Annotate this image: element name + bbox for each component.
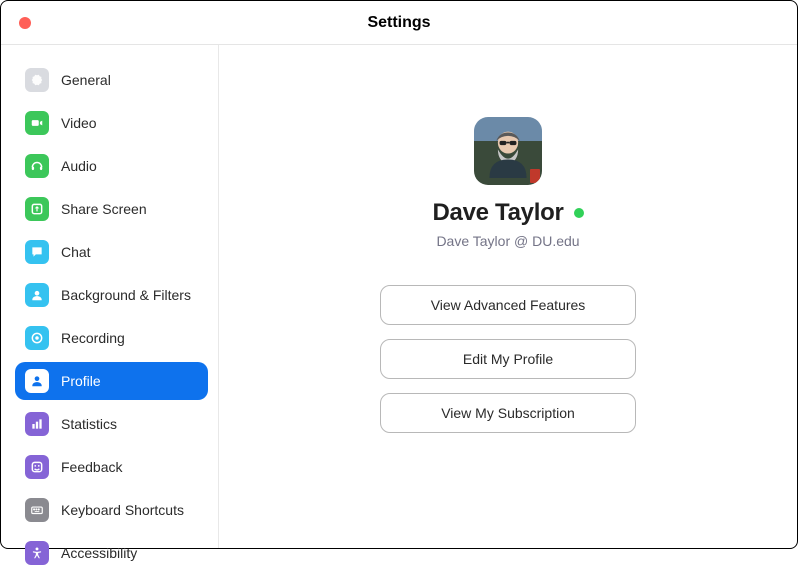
sidebar-item-label: Keyboard Shortcuts xyxy=(61,502,184,518)
chat-icon xyxy=(25,240,49,264)
sidebar-item-label: Audio xyxy=(61,158,97,174)
profile-email: Dave Taylor @ DU.edu xyxy=(436,233,579,249)
stats-icon xyxy=(25,412,49,436)
sidebar-item-label: Chat xyxy=(61,244,91,260)
sidebar-item-label: Statistics xyxy=(61,416,117,432)
share-icon xyxy=(25,197,49,221)
profile-display-name: Dave Taylor xyxy=(433,199,564,227)
view-advanced-features-button[interactable]: View Advanced Features xyxy=(380,285,636,325)
gear-icon xyxy=(25,68,49,92)
sidebar-item-label: Feedback xyxy=(61,459,122,475)
sidebar-item-background-filters[interactable]: Background & Filters xyxy=(15,276,208,314)
window-title: Settings xyxy=(1,14,797,32)
keyboard-icon xyxy=(25,498,49,522)
sidebar-item-chat[interactable]: Chat xyxy=(15,233,208,271)
feedback-icon xyxy=(25,455,49,479)
sidebar-item-label: Background & Filters xyxy=(61,287,191,303)
presence-status-icon xyxy=(574,208,584,218)
close-window-icon[interactable] xyxy=(19,17,31,29)
sidebar-item-keyboard-shortcuts[interactable]: Keyboard Shortcuts xyxy=(15,491,208,529)
view-my-subscription-button[interactable]: View My Subscription xyxy=(380,393,636,433)
sidebar-item-share-screen[interactable]: Share Screen xyxy=(15,190,208,228)
sidebar-item-label: Share Screen xyxy=(61,201,147,217)
sidebar-item-feedback[interactable]: Feedback xyxy=(15,448,208,486)
titlebar: Settings xyxy=(1,1,797,45)
edit-my-profile-button[interactable]: Edit My Profile xyxy=(380,339,636,379)
sidebar-item-general[interactable]: General xyxy=(15,61,208,99)
sidebar-item-video[interactable]: Video xyxy=(15,104,208,142)
person-bg-icon xyxy=(25,283,49,307)
sidebar-item-statistics[interactable]: Statistics xyxy=(15,405,208,443)
audio-icon xyxy=(25,154,49,178)
profile-panel: Dave Taylor Dave Taylor @ DU.edu View Ad… xyxy=(219,45,797,548)
sidebar-item-audio[interactable]: Audio xyxy=(15,147,208,185)
sidebar-item-profile[interactable]: Profile xyxy=(15,362,208,400)
record-icon xyxy=(25,326,49,350)
sidebar-item-label: Recording xyxy=(61,330,125,346)
a11y-icon xyxy=(25,541,49,565)
sidebar-item-label: Accessibility xyxy=(61,545,137,561)
sidebar-item-label: General xyxy=(61,72,111,88)
settings-sidebar: General Video Audio Share Screen Chat Backgro… xyxy=(1,45,219,548)
video-icon xyxy=(25,111,49,135)
sidebar-item-accessibility[interactable]: Accessibility xyxy=(15,534,208,572)
avatar[interactable] xyxy=(474,117,542,185)
sidebar-item-label: Video xyxy=(61,115,97,131)
profile-icon xyxy=(25,369,49,393)
sidebar-item-recording[interactable]: Recording xyxy=(15,319,208,357)
traffic-lights xyxy=(19,17,31,29)
sidebar-item-label: Profile xyxy=(61,373,101,389)
